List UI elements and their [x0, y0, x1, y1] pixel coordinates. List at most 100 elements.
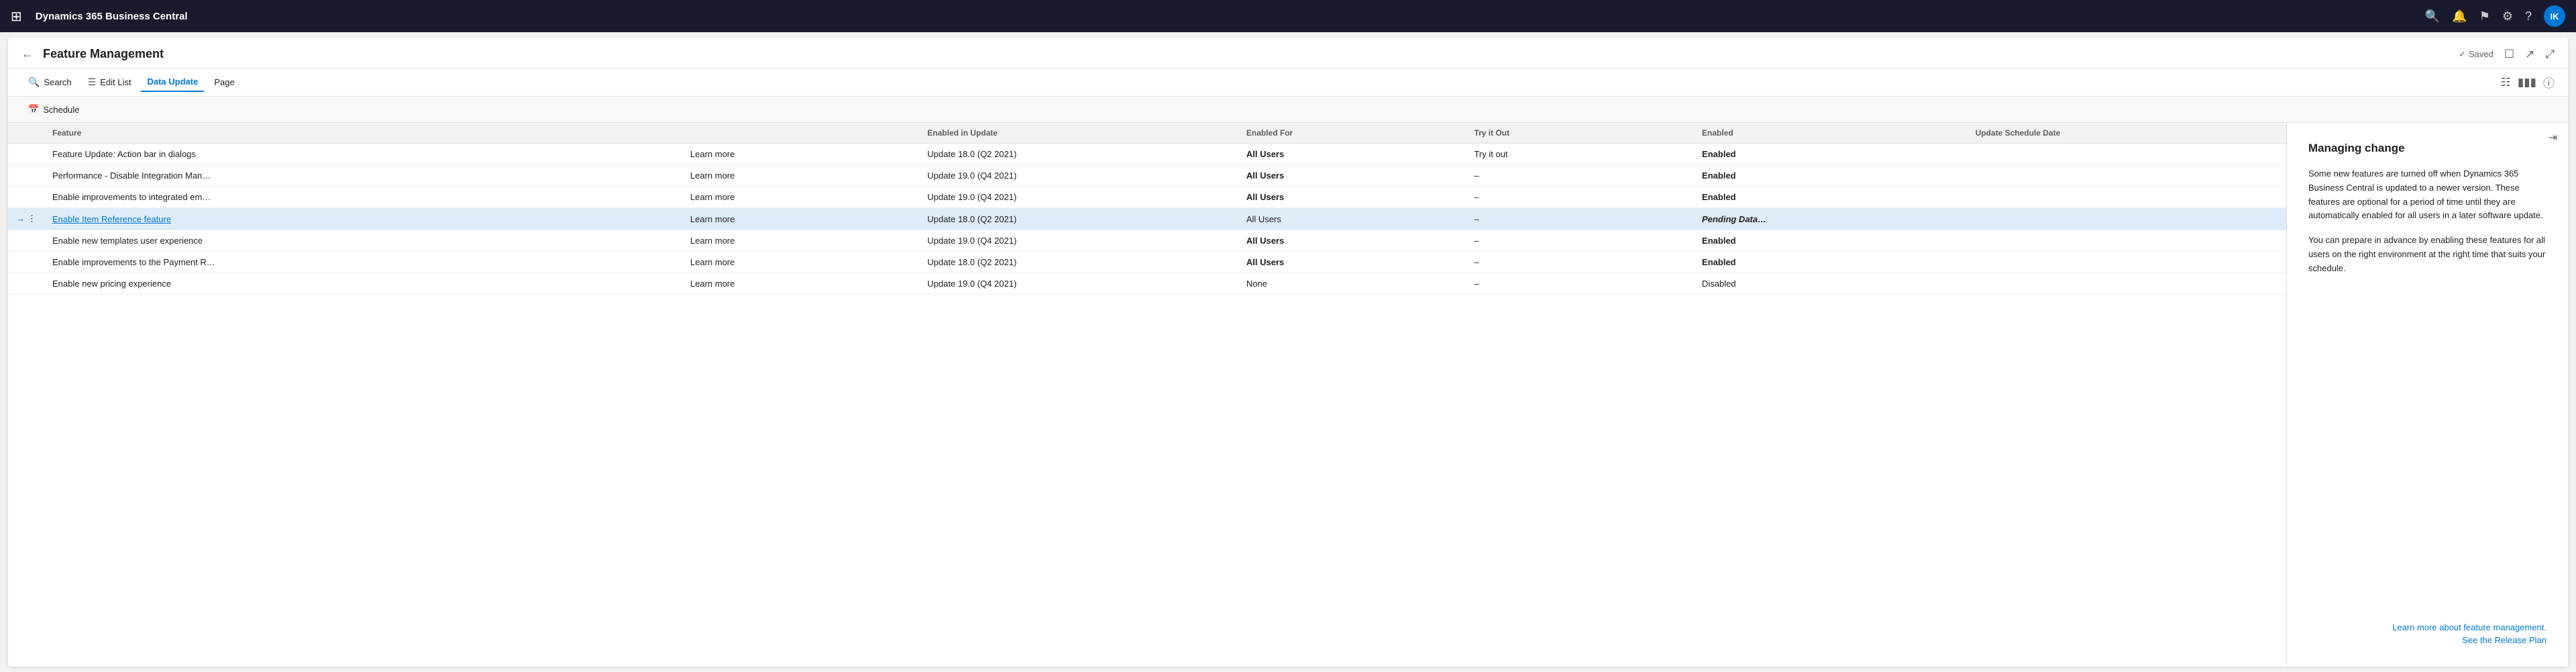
- col-header-status: Enabled: [1694, 123, 1968, 144]
- search-btn-icon: 🔍: [28, 77, 40, 88]
- row-enabled-for: All Users: [1238, 208, 1466, 230]
- row-tryit: –: [1466, 208, 1694, 230]
- learn-more-link[interactable]: Learn more about feature management.: [2308, 622, 2546, 632]
- row-enabled-for: All Users: [1238, 252, 1466, 273]
- table-body: Feature Update: Action bar in dialogsLea…: [8, 144, 2286, 295]
- table-row[interactable]: ⋮Enable Item Reference featureLearn more…: [8, 208, 2286, 230]
- row-update-version: Update 18.0 (Q2 2021): [919, 144, 1238, 165]
- flag-icon[interactable]: ⚑: [2479, 9, 2490, 23]
- help-icon[interactable]: ?: [2525, 9, 2532, 23]
- saved-indicator: ✓ Saved: [2459, 49, 2493, 60]
- content-area: Feature Enabled in Update Enabled For Tr…: [8, 123, 2568, 667]
- row-feature-name: Enable improvements to integrated em…: [44, 187, 682, 208]
- col-header-enabled-for: Enabled For: [1238, 123, 1466, 144]
- row-update-version: Update 19.0 (Q4 2021): [919, 165, 1238, 187]
- row-dot-menu[interactable]: [8, 165, 44, 187]
- page-button[interactable]: Page: [207, 73, 241, 91]
- table-row[interactable]: Enable new templates user experienceLear…: [8, 230, 2286, 252]
- right-panel-para2: You can prepare in advance by enabling t…: [2308, 234, 2546, 275]
- expand-icon[interactable]: ⤢: [2545, 48, 2555, 61]
- row-tryit: –: [1466, 187, 1694, 208]
- release-plan-link[interactable]: See the Release Plan: [2308, 635, 2546, 645]
- row-schedule: [1968, 273, 2286, 295]
- search-icon[interactable]: 🔍: [2425, 9, 2440, 23]
- right-panel-title: Managing change: [2308, 142, 2546, 155]
- saved-label: Saved: [2469, 49, 2493, 59]
- back-button[interactable]: ←: [21, 47, 34, 61]
- row-status: Enabled: [1694, 144, 1968, 165]
- row-dot-menu[interactable]: [8, 230, 44, 252]
- row-learn-more[interactable]: Learn more: [682, 165, 920, 187]
- settings-icon[interactable]: ⚙: [2502, 9, 2513, 23]
- toolbar-right-actions: ☷ ▮▮▮ ⓘ: [2501, 74, 2555, 91]
- table-area: Feature Enabled in Update Enabled For Tr…: [8, 123, 2286, 667]
- data-update-button[interactable]: Data Update: [140, 73, 205, 92]
- row-status: Disabled: [1694, 273, 1968, 295]
- row-tryit: –: [1466, 273, 1694, 295]
- row-update-version: Update 19.0 (Q4 2021): [919, 187, 1238, 208]
- columns-icon[interactable]: ▮▮▮: [2518, 76, 2536, 89]
- row-learn-more[interactable]: Learn more: [682, 252, 920, 273]
- row-feature-name: Feature Update: Action bar in dialogs: [44, 144, 682, 165]
- toolbar: 🔍 Search ☰ Edit List Data Update Page ☷ …: [8, 68, 2568, 97]
- waffle-icon[interactable]: ⊞: [11, 8, 22, 25]
- row-schedule: [1968, 208, 2286, 230]
- table-row[interactable]: Enable improvements to the Payment R…Lea…: [8, 252, 2286, 273]
- row-dot-menu[interactable]: [8, 144, 44, 165]
- col-header-update: Enabled in Update: [919, 123, 1238, 144]
- table-row[interactable]: Feature Update: Action bar in dialogsLea…: [8, 144, 2286, 165]
- right-panel-para1: Some new features are turned off when Dy…: [2308, 167, 2546, 223]
- table-row[interactable]: Enable new pricing experienceLearn moreU…: [8, 273, 2286, 295]
- row-status: Enabled: [1694, 252, 1968, 273]
- page-header: ← Feature Management ✓ Saved ☐ ↗ ⤢: [8, 38, 2568, 68]
- row-schedule: [1968, 144, 2286, 165]
- row-dot-menu[interactable]: [8, 273, 44, 295]
- row-learn-more[interactable]: Learn more: [682, 187, 920, 208]
- notification-icon[interactable]: 🔔: [2452, 9, 2467, 23]
- row-feature-name: Enable new templates user experience: [44, 230, 682, 252]
- col-header-menu: [8, 123, 44, 144]
- row-learn-more[interactable]: Learn more: [682, 144, 920, 165]
- table-row[interactable]: Performance - Disable Integration Man…Le…: [8, 165, 2286, 187]
- row-feature-name: Performance - Disable Integration Man…: [44, 165, 682, 187]
- row-tryit: –: [1466, 165, 1694, 187]
- col-header-learn: [682, 123, 920, 144]
- share-icon[interactable]: ↗: [2525, 48, 2534, 61]
- row-enabled-for: None: [1238, 273, 1466, 295]
- row-status: Enabled: [1694, 187, 1968, 208]
- row-enabled-for: All Users: [1238, 165, 1466, 187]
- app-title: Dynamics 365 Business Central: [36, 11, 2417, 22]
- page-title: Feature Management: [43, 47, 2459, 61]
- row-enabled-for: All Users: [1238, 187, 1466, 208]
- table-row[interactable]: Enable improvements to integrated em…Lea…: [8, 187, 2286, 208]
- row-schedule: [1968, 230, 2286, 252]
- row-update-version: Update 18.0 (Q2 2021): [919, 252, 1238, 273]
- row-dot-menu[interactable]: ⋮: [8, 208, 44, 230]
- schedule-button[interactable]: 📅 Schedule: [21, 101, 86, 118]
- right-panel-close-button[interactable]: ⇥: [2548, 131, 2557, 144]
- row-learn-more[interactable]: Learn more: [682, 230, 920, 252]
- right-panel: ⇥ Managing change Some new features are …: [2286, 123, 2568, 667]
- row-status: Enabled: [1694, 230, 1968, 252]
- row-enabled-for: All Users: [1238, 144, 1466, 165]
- header-actions: ✓ Saved ☐ ↗ ⤢: [2459, 48, 2555, 61]
- edit-list-label: Edit List: [100, 77, 131, 87]
- row-schedule: [1968, 165, 2286, 187]
- avatar[interactable]: IK: [2544, 5, 2565, 27]
- table-header: Feature Enabled in Update Enabled For Tr…: [8, 123, 2286, 144]
- edit-list-button[interactable]: ☰ Edit List: [81, 73, 138, 92]
- row-learn-more[interactable]: Learn more: [682, 208, 920, 230]
- topbar-actions: 🔍 🔔 ⚑ ⚙ ? IK: [2425, 5, 2565, 27]
- row-dot-menu[interactable]: [8, 252, 44, 273]
- data-update-label: Data Update: [147, 77, 198, 87]
- row-tryit[interactable]: Try it out: [1466, 144, 1694, 165]
- search-button[interactable]: 🔍 Search: [21, 73, 78, 92]
- row-update-version: Update 19.0 (Q4 2021): [919, 230, 1238, 252]
- bookmark-icon[interactable]: ☐: [2504, 48, 2514, 61]
- row-learn-more[interactable]: Learn more: [682, 273, 920, 295]
- filter-icon[interactable]: ☷: [2501, 76, 2511, 89]
- row-dot-menu[interactable]: [8, 187, 44, 208]
- info-icon[interactable]: ⓘ: [2543, 74, 2555, 91]
- topbar: ⊞ Dynamics 365 Business Central 🔍 🔔 ⚑ ⚙ …: [0, 0, 2576, 32]
- sub-toolbar: 📅 Schedule: [8, 97, 2568, 123]
